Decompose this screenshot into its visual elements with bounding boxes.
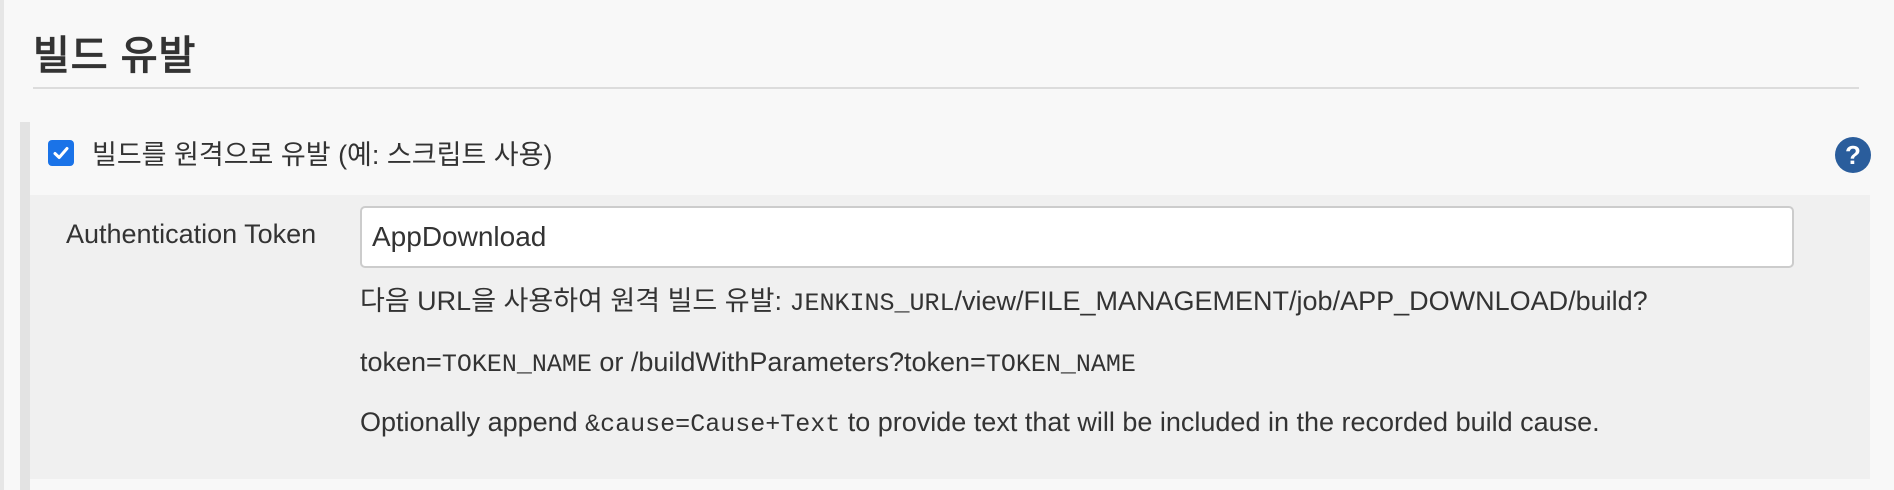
- help-text-line-2: token=TOKEN_NAME or /buildWithParameters…: [360, 345, 1136, 382]
- help-line2-middle: or /buildWithParameters?token=: [591, 347, 986, 377]
- trigger-remote-label[interactable]: 빌드를 원격으로 유발 (예: 스크립트 사용): [92, 138, 552, 172]
- section-divider: [33, 87, 1859, 89]
- help-icon[interactable]: ?: [1835, 137, 1871, 173]
- build-triggers-section: 빌드 유발 빌드를 원격으로 유발 (예: 스크립트 사용) ? Authent…: [0, 0, 1894, 490]
- help-text-line-1: 다음 URL을 사용하여 원격 빌드 유발: JENKINS_URL/view/…: [360, 284, 1648, 321]
- token-name-var: TOKEN_NAME: [441, 350, 592, 379]
- page-left-edge: [0, 0, 4, 490]
- help-text-line-3: Optionally append &cause=Cause+Text to p…: [360, 405, 1600, 442]
- trigger-remote-option: 빌드를 원격으로 유발 (예: 스크립트 사용) ? Authenticatio…: [20, 122, 1874, 490]
- help-line3-prefix: Optionally append: [360, 407, 586, 437]
- option-indent-bar: [20, 122, 30, 490]
- help-line2-param: token=: [360, 347, 442, 377]
- trigger-remote-details: Authentication Token 다음 URL을 사용하여 원격 빌드 …: [30, 195, 1870, 479]
- help-line1-prefix: 다음 URL을 사용하여 원격 빌드 유발:: [360, 286, 790, 316]
- auth-token-label: Authentication Token: [66, 219, 317, 249]
- trigger-remote-checkbox[interactable]: [48, 140, 74, 166]
- help-line3-suffix: to provide text that will be included in…: [840, 407, 1600, 437]
- section-title: 빌드 유발: [33, 34, 197, 78]
- check-icon: [53, 147, 69, 159]
- jenkins-url-var: JENKINS_URL: [789, 289, 955, 318]
- auth-token-input[interactable]: [360, 206, 1794, 268]
- cause-param-code: &cause=Cause+Text: [585, 410, 841, 439]
- help-line1-path: /view/FILE_MANAGEMENT/job/APP_DOWNLOAD/b…: [954, 286, 1648, 316]
- token-name-var-2: TOKEN_NAME: [985, 350, 1136, 379]
